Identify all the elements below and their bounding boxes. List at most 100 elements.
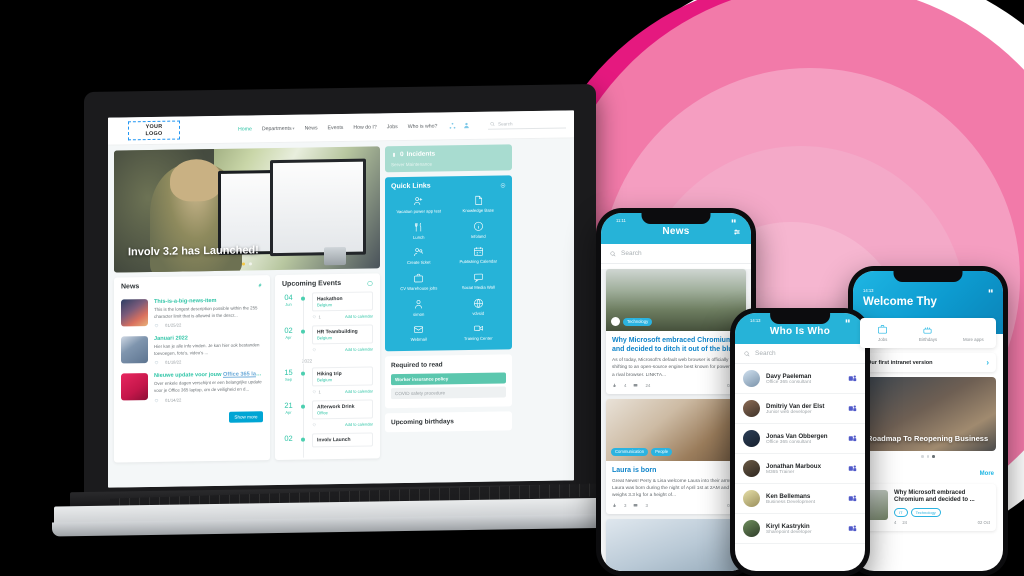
more-link[interactable]: More: [980, 471, 994, 477]
quick-link-simon[interactable]: simon: [391, 298, 447, 318]
news-headline[interactable]: Nieuwe update voor jouw Office 365 lapto…: [154, 372, 263, 380]
carousel-dot-2[interactable]: [926, 455, 930, 458]
article-tag[interactable]: Technology: [623, 317, 653, 326]
news-item[interactable]: Nieuwe update voor jouw Office 365 lapto…: [121, 368, 263, 407]
hero-banner[interactable]: Involv 3.2 has Launched!: [114, 146, 380, 273]
event-row[interactable]: 02 Apr HR Teambuilding Belgium Add to cal…: [282, 324, 373, 352]
teams-icon[interactable]: [848, 434, 857, 443]
news-tag[interactable]: IT: [894, 508, 908, 518]
add-to-calendar-link[interactable]: Add to calendar: [345, 388, 373, 393]
welcome-news-card[interactable]: Why Microsoft embraced Chromium and deci…: [860, 483, 996, 532]
nav-item-departments[interactable]: Departments▾: [262, 125, 295, 132]
quick-link-publishing-calendar[interactable]: Publishing Calendar: [451, 246, 507, 266]
quick-link-cv-warehouse-jobs[interactable]: CV Warehouse jobs: [391, 272, 447, 292]
article-tag[interactable]: Communication: [611, 447, 649, 456]
event-row[interactable]: 21 Apr Afterwork Drink Office Add to cale…: [282, 399, 373, 427]
nav-item-jobs[interactable]: Jobs: [387, 124, 398, 130]
teams-icon[interactable]: [848, 374, 857, 383]
heart-icon[interactable]: [312, 348, 317, 353]
article-headline[interactable]: Why Microsoft embraced Chromium and deci…: [612, 336, 740, 354]
app-shortcut-birthdays[interactable]: Birthdays: [905, 324, 950, 342]
event-row[interactable]: 04 Jun Hackathon Belgium 1 Add to calendar: [282, 291, 373, 319]
news-headline-link[interactable]: Office 365 laptop: [223, 372, 263, 379]
nav-item-events[interactable]: Events: [328, 124, 344, 130]
nav-item-home[interactable]: Home: [238, 126, 252, 132]
quick-link-vacation-power-app-test[interactable]: Vacation power app test: [391, 195, 447, 215]
teams-icon[interactable]: [848, 404, 857, 413]
quick-link-create-ticket[interactable]: Create ticket: [391, 247, 447, 267]
comment-icon[interactable]: [633, 503, 638, 508]
quick-link-social-media-wall[interactable]: Social Media Wall: [451, 271, 507, 291]
news-item[interactable]: Januari 2022 Hier kan je alle info vinde…: [121, 330, 263, 369]
teams-icon[interactable]: [848, 524, 857, 533]
gear-icon[interactable]: [367, 280, 373, 286]
add-to-calendar-link[interactable]: Add to calendar: [345, 313, 373, 318]
org-chart-icon[interactable]: [449, 122, 456, 129]
event-row[interactable]: 02 Involv Launch: [282, 432, 373, 448]
nav-item-who-is-who[interactable]: Who is who?: [408, 123, 438, 129]
news-article-card[interactable]: Technology Why Microsoft embraced Chromi…: [606, 269, 746, 394]
person-list-item[interactable]: Jonathan Marboux M365 Trainer: [735, 454, 865, 484]
person-list-item[interactable]: Jonas Van Obbergen Office 365 consultant: [735, 424, 865, 454]
news-headline[interactable]: This-is-a-big-news-item: [154, 297, 263, 305]
person-list-item[interactable]: Dmitriy Van der Elst Junior web developer: [735, 394, 865, 424]
nav-item-news[interactable]: News: [305, 125, 318, 131]
teams-icon[interactable]: [848, 494, 857, 503]
article-headline[interactable]: Laura is born: [612, 466, 740, 475]
news-article-card[interactable]: [606, 519, 746, 571]
article-tag[interactable]: People: [651, 447, 673, 456]
site-search[interactable]: Search: [488, 119, 566, 130]
gear-icon[interactable]: [257, 282, 263, 288]
nav-item-how-do-i[interactable]: How do I?: [353, 124, 376, 130]
quick-link-vdvsid[interactable]: vdvsid: [451, 297, 507, 317]
news-article-card[interactable]: Communication People Laura is born Great…: [606, 398, 746, 515]
required-to-read-item[interactable]: COVID safety procedure: [391, 386, 506, 400]
site-logo[interactable]: YOUR LOGO: [128, 120, 180, 141]
event-name[interactable]: Involv Launch: [317, 437, 368, 444]
add-to-calendar-link[interactable]: Add to calendar: [345, 421, 373, 426]
news-tag[interactable]: Technology: [910, 508, 941, 518]
heart-icon[interactable]: [312, 315, 317, 320]
thumbs-up-icon[interactable]: [612, 503, 617, 508]
news-item[interactable]: This-is-a-big-news-item This is the long…: [121, 293, 263, 332]
person-list-item[interactable]: Ken Bellemans Business Development: [735, 484, 865, 514]
comment-icon[interactable]: [633, 383, 638, 388]
news-headline[interactable]: Januari 2022: [154, 334, 263, 343]
news-search-input[interactable]: Search: [601, 244, 751, 264]
carousel-dot-3[interactable]: [932, 455, 935, 458]
hero-dot-2[interactable]: [249, 262, 252, 266]
heart-icon[interactable]: [154, 360, 159, 365]
teams-icon[interactable]: [848, 464, 857, 473]
whoiswho-search-input[interactable]: Search: [735, 344, 865, 364]
event-row[interactable]: 15 Sep Hiking trip Belgium 1 Add to calend…: [282, 366, 373, 394]
quick-link-lunch[interactable]: Lunch: [391, 221, 447, 241]
person-icon[interactable]: [463, 122, 470, 129]
person-list-item[interactable]: Davy Paeleman Office 365 consultant: [735, 364, 865, 394]
carousel-dot-1[interactable]: [921, 455, 924, 458]
required-to-read-item[interactable]: Worker insurance policy: [391, 372, 506, 386]
welcome-feature-card[interactable]: Roadmap To Reopening Business: [860, 377, 996, 451]
welcome-banner[interactable]: Our first intranet version ›: [860, 353, 996, 372]
heart-icon[interactable]: [312, 390, 317, 395]
show-more-button[interactable]: Show more: [229, 410, 263, 423]
quick-link-webmail[interactable]: Webmail: [391, 324, 447, 344]
app-shortcut-more[interactable]: More apps: [951, 324, 996, 342]
hero-dot-1[interactable]: [242, 262, 245, 266]
search-icon: [610, 250, 616, 256]
heart-icon[interactable]: [312, 423, 317, 428]
gear-icon[interactable]: [500, 182, 506, 188]
quick-link-infoland[interactable]: Infoland: [451, 220, 507, 240]
hero-carousel-dots[interactable]: [242, 262, 252, 266]
app-shortcut-jobs[interactable]: Jobs: [860, 324, 905, 342]
heart-icon[interactable]: [154, 323, 159, 328]
thumbs-up-icon[interactable]: [612, 383, 617, 388]
welcome-carousel-dots[interactable]: [853, 451, 1003, 462]
quick-link-knowledge-base[interactable]: Knowledge Base: [451, 194, 507, 214]
person-list-item[interactable]: Kiryl Kastrykin Sharepoint developer: [735, 514, 865, 544]
heart-icon[interactable]: [154, 398, 159, 403]
filter-icon[interactable]: [733, 228, 741, 236]
quick-link-training-center[interactable]: Training Center: [451, 323, 507, 343]
incidents-widget[interactable]: 0 Incidents Server Maintenance: [385, 144, 512, 173]
add-to-calendar-link[interactable]: Add to calendar: [345, 346, 373, 351]
news-headline[interactable]: Why Microsoft embraced Chromium and deci…: [894, 490, 990, 506]
